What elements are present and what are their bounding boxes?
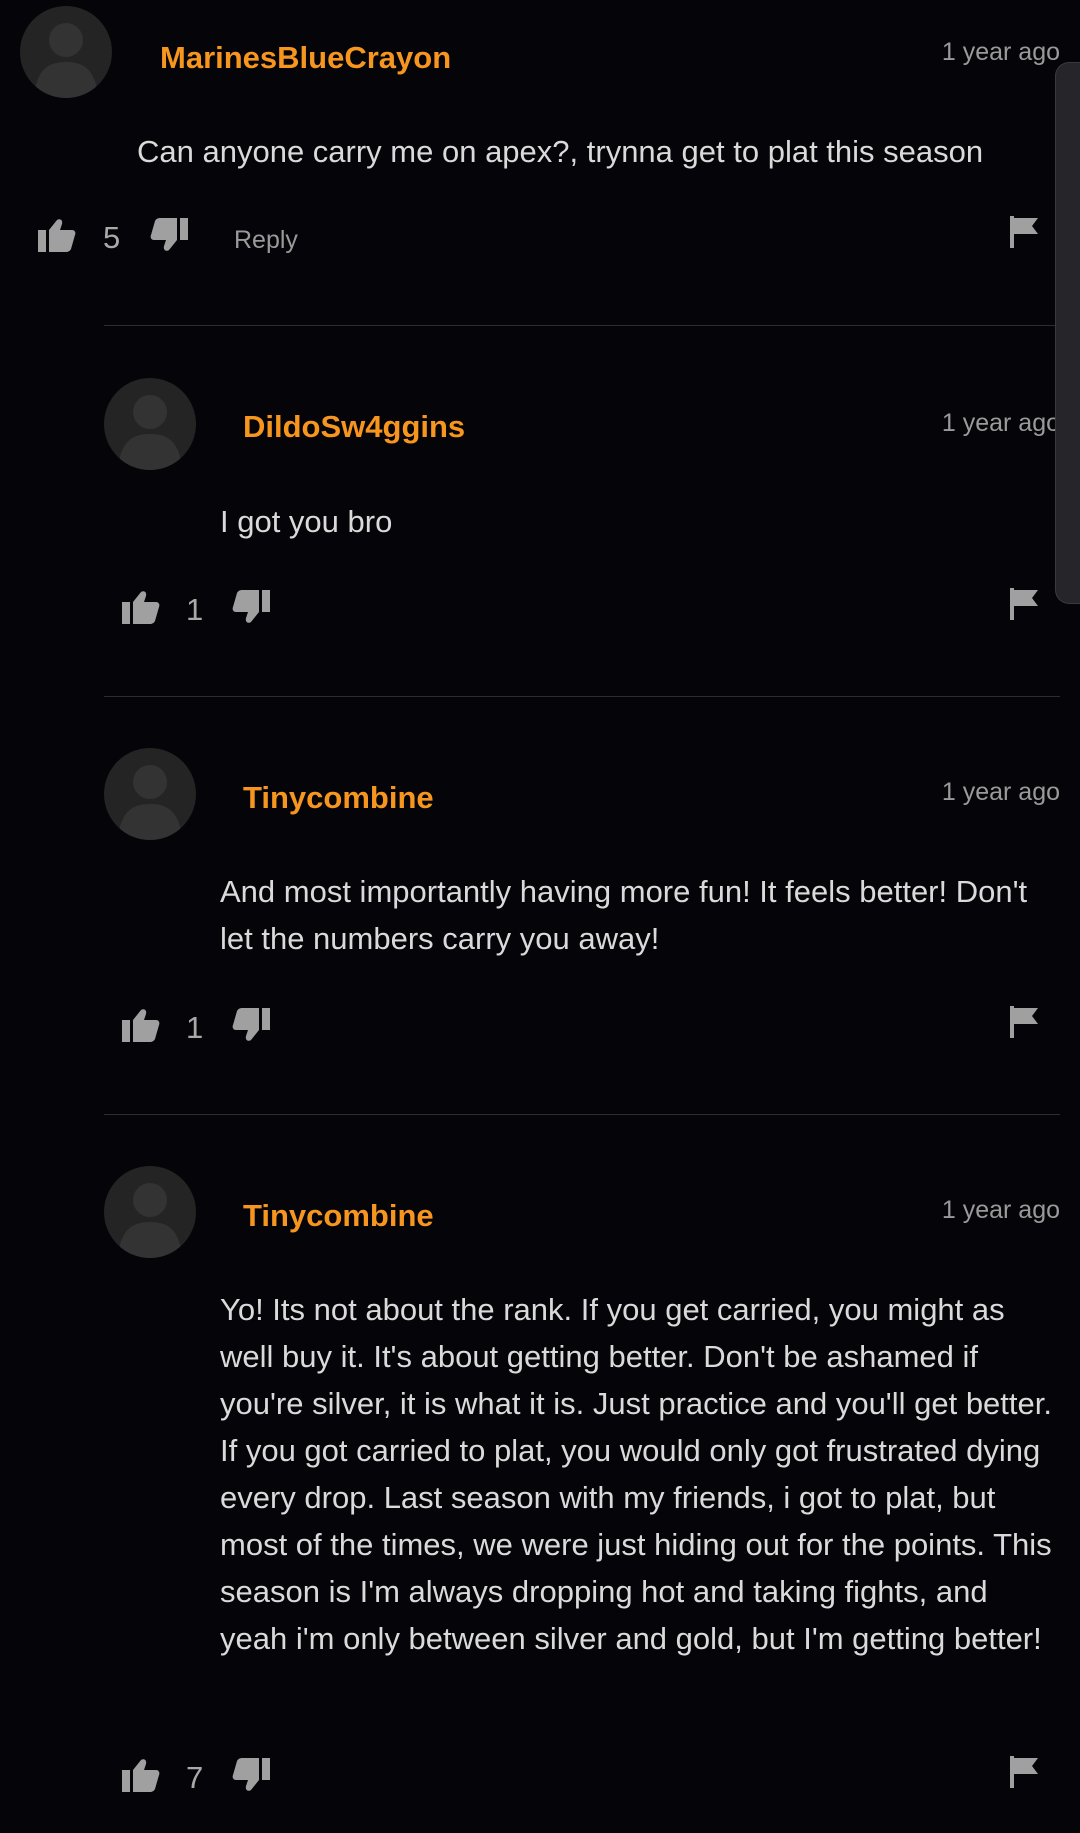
avatar[interactable] [104,1166,196,1258]
flag-icon[interactable] [1010,1006,1040,1043]
flag-icon[interactable] [1010,216,1040,253]
scrollbar[interactable] [1055,62,1080,604]
divider [104,1114,1060,1115]
divider [104,696,1060,697]
like-count: 7 [186,1760,204,1795]
like-count: 1 [186,592,204,627]
comment-username[interactable]: MarinesBlueCrayon [160,40,451,76]
comment-actions: 7 [122,1756,1060,1806]
comment: MarinesBlueCrayon 1 year ago Can anyone … [0,0,1080,330]
comment-text: I got you bro [220,504,393,539]
thumbs-down-icon[interactable] [232,590,270,624]
avatar[interactable] [20,6,112,98]
comment-text: Can anyone carry me on apex?, trynna get… [137,134,984,169]
comment-timestamp: 1 year ago [941,1196,1060,1224]
thumbs-down-icon[interactable] [150,218,188,252]
comment-actions: 1 [122,1006,1060,1056]
flag-icon[interactable] [1010,1756,1040,1793]
reply-comment: DildoSw4ggins 1 year ago I got you bro 1 [0,370,1080,690]
thumbs-up-icon[interactable] [38,218,76,252]
thumbs-down-icon[interactable] [232,1008,270,1042]
reply-comment: Tinycombine 1 year ago And most importan… [0,740,1080,1110]
comment-timestamp: 1 year ago [941,38,1060,66]
comment-username[interactable]: Tinycombine [243,780,434,816]
comment-actions: 1 [122,588,1060,638]
comment-username[interactable]: Tinycombine [243,1198,434,1234]
like-count: 1 [186,1010,204,1045]
reply-comment: Tinycombine 1 year ago Yo! Its not about… [0,1158,1080,1833]
comment-text: Yo! Its not about the rank. If you get c… [220,1292,1052,1656]
comment-timestamp: 1 year ago [941,409,1060,437]
like-count: 5 [103,220,121,255]
avatar[interactable] [104,748,196,840]
comment-username[interactable]: DildoSw4ggins [243,409,465,445]
reply-button[interactable]: Reply [234,226,298,255]
avatar[interactable] [104,378,196,470]
thumbs-down-icon[interactable] [232,1758,270,1792]
thumbs-up-icon[interactable] [122,1008,160,1042]
thumbs-up-icon[interactable] [122,590,160,624]
comment-text: And most importantly having more fun! It… [220,874,1028,956]
flag-icon[interactable] [1010,588,1040,625]
thumbs-up-icon[interactable] [122,1758,160,1792]
divider [104,325,1060,326]
comment-actions: 5 Reply [38,216,1060,266]
comment-timestamp: 1 year ago [941,778,1060,806]
